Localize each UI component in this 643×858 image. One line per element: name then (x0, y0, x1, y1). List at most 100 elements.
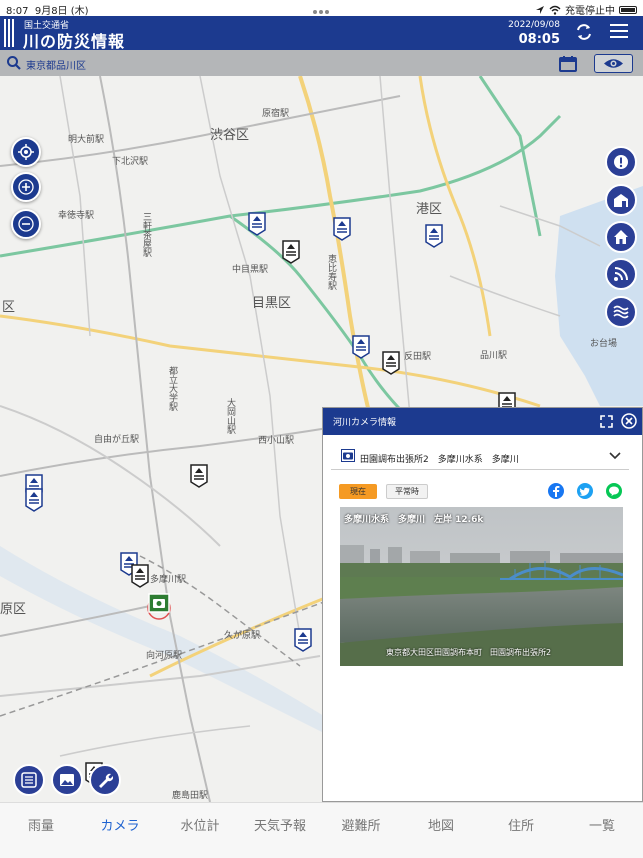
map-label-hara-ku: 原区 (0, 602, 27, 617)
map-label-odaiba: お台場 (590, 339, 618, 349)
close-icon[interactable] (621, 413, 637, 429)
water-level-marker[interactable] (352, 335, 370, 359)
tab-shelter[interactable]: 避難所 (321, 815, 401, 834)
map-label-shinagawa: 品川駅 (480, 351, 508, 361)
map-label-shibuya: 渋谷区 (210, 128, 250, 143)
camera-caption-bottom: 東京都大田区田園調布本町 田園調布出張所2 (386, 648, 552, 657)
shelter-button[interactable] (605, 184, 637, 216)
map-label-tamagawa: 多摩川駅 (150, 575, 187, 585)
facebook-icon[interactable] (548, 483, 564, 499)
location-icon (536, 5, 544, 14)
eye-icon (604, 59, 623, 68)
waves-icon (613, 305, 629, 319)
app-title: 川の防災情報 (23, 32, 126, 51)
status-time-date: 8:07 9月8日 (木) (6, 2, 89, 17)
camera-marker-icon[interactable] (147, 592, 171, 620)
zoom-out-button[interactable] (11, 209, 41, 239)
list-icon (21, 772, 37, 788)
water-level-marker[interactable] (25, 488, 43, 512)
tab-rain[interactable]: 雨量 (1, 815, 81, 834)
wrench-icon (99, 773, 113, 788)
rss-icon (614, 267, 628, 281)
app-header: 国土交通省 川の防災情報 2022/09/08 08:05 (0, 16, 643, 51)
image-button[interactable] (51, 764, 83, 796)
view-toggle-button[interactable] (594, 54, 633, 73)
water-level-marker[interactable] (294, 628, 312, 652)
water-level-marker[interactable] (333, 217, 351, 241)
water-level-marker[interactable] (248, 212, 266, 236)
search-bar: 東京都品川区 (0, 50, 643, 76)
multitask-dots-icon[interactable] (313, 6, 331, 14)
map-label-kashimada: 鹿島田駅 (172, 791, 209, 801)
twitter-icon[interactable] (577, 483, 593, 499)
map-label-kugahara: 久が原駅 (224, 631, 261, 641)
map-label-meidaimae: 明大前駅 (68, 135, 105, 145)
tab-normal[interactable]: 平常時 (386, 484, 428, 499)
current-location-button[interactable] (11, 137, 41, 167)
map-label-mukaigawara: 向河原駅 (146, 651, 183, 661)
list-button[interactable] (13, 764, 45, 796)
bottom-tab-bar: 雨量 カメラ 水位計 天気予報 避難所 地図 住所 一覧 (0, 802, 643, 858)
camera-icon (341, 449, 355, 462)
station-selector[interactable]: 田園調布出張所2 多摩川水系 多摩川 (331, 444, 629, 470)
settings-button[interactable] (89, 764, 121, 796)
header-time: 08:05 (518, 32, 560, 47)
alert-button[interactable] (605, 146, 637, 178)
map-area[interactable]: 渋谷区 港区 目黒区 区 原区 明大前駅 下北沢駅 幸徳寺駅 三軒茶屋駅 中目黒… (0, 76, 643, 802)
water-level-marker[interactable] (382, 351, 400, 375)
tab-list[interactable]: 一覧 (562, 815, 642, 834)
line-icon[interactable] (606, 483, 622, 499)
home-button[interactable] (605, 221, 637, 253)
tab-water-level[interactable]: 水位計 (160, 815, 240, 834)
expand-icon[interactable] (600, 415, 613, 428)
tab-map[interactable]: 地図 (401, 815, 481, 834)
tab-weather[interactable]: 天気予報 (240, 815, 320, 834)
plus-icon (18, 179, 34, 195)
chevron-down-icon[interactable] (609, 452, 621, 460)
minus-icon (18, 216, 34, 232)
map-label-nishikoyama: 西小山駅 (258, 436, 295, 446)
tab-current[interactable]: 現在 (339, 484, 377, 499)
map-label-ookayama: 大岡山駅 (225, 398, 235, 434)
map-label-nakameguro: 中目黒駅 (232, 265, 269, 275)
water-level-marker[interactable] (131, 564, 149, 588)
zoom-in-button[interactable] (11, 172, 41, 202)
map-label-ebisu: 恵比寿駅 (326, 254, 336, 290)
shelter-icon (614, 194, 628, 207)
camera-image: 多摩川水系 多摩川 左岸 12.6k 東京都大田区田園調布本町 田園調布出張所2 (340, 507, 623, 666)
home-icon (614, 230, 628, 244)
map-label-minato: 港区 (416, 202, 443, 217)
camera-info-panel: 河川カメラ情報 田園調布出張所2 多摩川水系 多摩川 現在 平常時 多摩川水系 … (322, 407, 643, 802)
map-label-gotanda: 反田駅 (404, 352, 432, 362)
map-label-ku: 区 (2, 300, 16, 315)
water-level-marker[interactable] (425, 224, 443, 248)
map-label-jiyugaoka: 自由が丘駅 (94, 435, 140, 445)
tab-camera[interactable]: カメラ (80, 815, 160, 834)
water-level-marker[interactable] (282, 240, 300, 264)
wifi-icon (549, 5, 561, 15)
calendar-icon[interactable] (559, 55, 577, 72)
map-label-sangenjaya: 三軒茶屋駅 (141, 212, 151, 257)
tab-address[interactable]: 住所 (481, 815, 561, 834)
map-label-harajuku: 原宿駅 (262, 109, 290, 119)
map-label-toritsudaigaku: 都立大学駅 (167, 366, 177, 411)
panel-title: 河川カメラ情報 (333, 418, 397, 428)
feed-button[interactable] (605, 258, 637, 290)
image-icon (60, 774, 74, 786)
header-date: 2022/09/08 (508, 20, 560, 30)
map-label-meguro: 目黒区 (252, 296, 292, 311)
alert-icon (614, 155, 628, 169)
river-camera-photo (340, 507, 623, 666)
menu-icon[interactable] (610, 24, 628, 40)
map-label-shimokitazawa: 下北沢駅 (112, 157, 149, 167)
map-label-station-a: 幸徳寺駅 (58, 211, 95, 221)
water-level-marker[interactable] (190, 464, 208, 488)
search-icon[interactable] (6, 55, 22, 71)
status-bar: 8:07 9月8日 (木) 充電停止中 (0, 0, 643, 17)
search-location-text[interactable]: 東京都品川区 (26, 57, 86, 72)
logo-bars-icon (4, 19, 18, 47)
river-layer-button[interactable] (605, 296, 637, 328)
refresh-icon[interactable] (574, 22, 594, 42)
battery-icon (619, 5, 637, 14)
crosshair-icon (18, 144, 34, 160)
